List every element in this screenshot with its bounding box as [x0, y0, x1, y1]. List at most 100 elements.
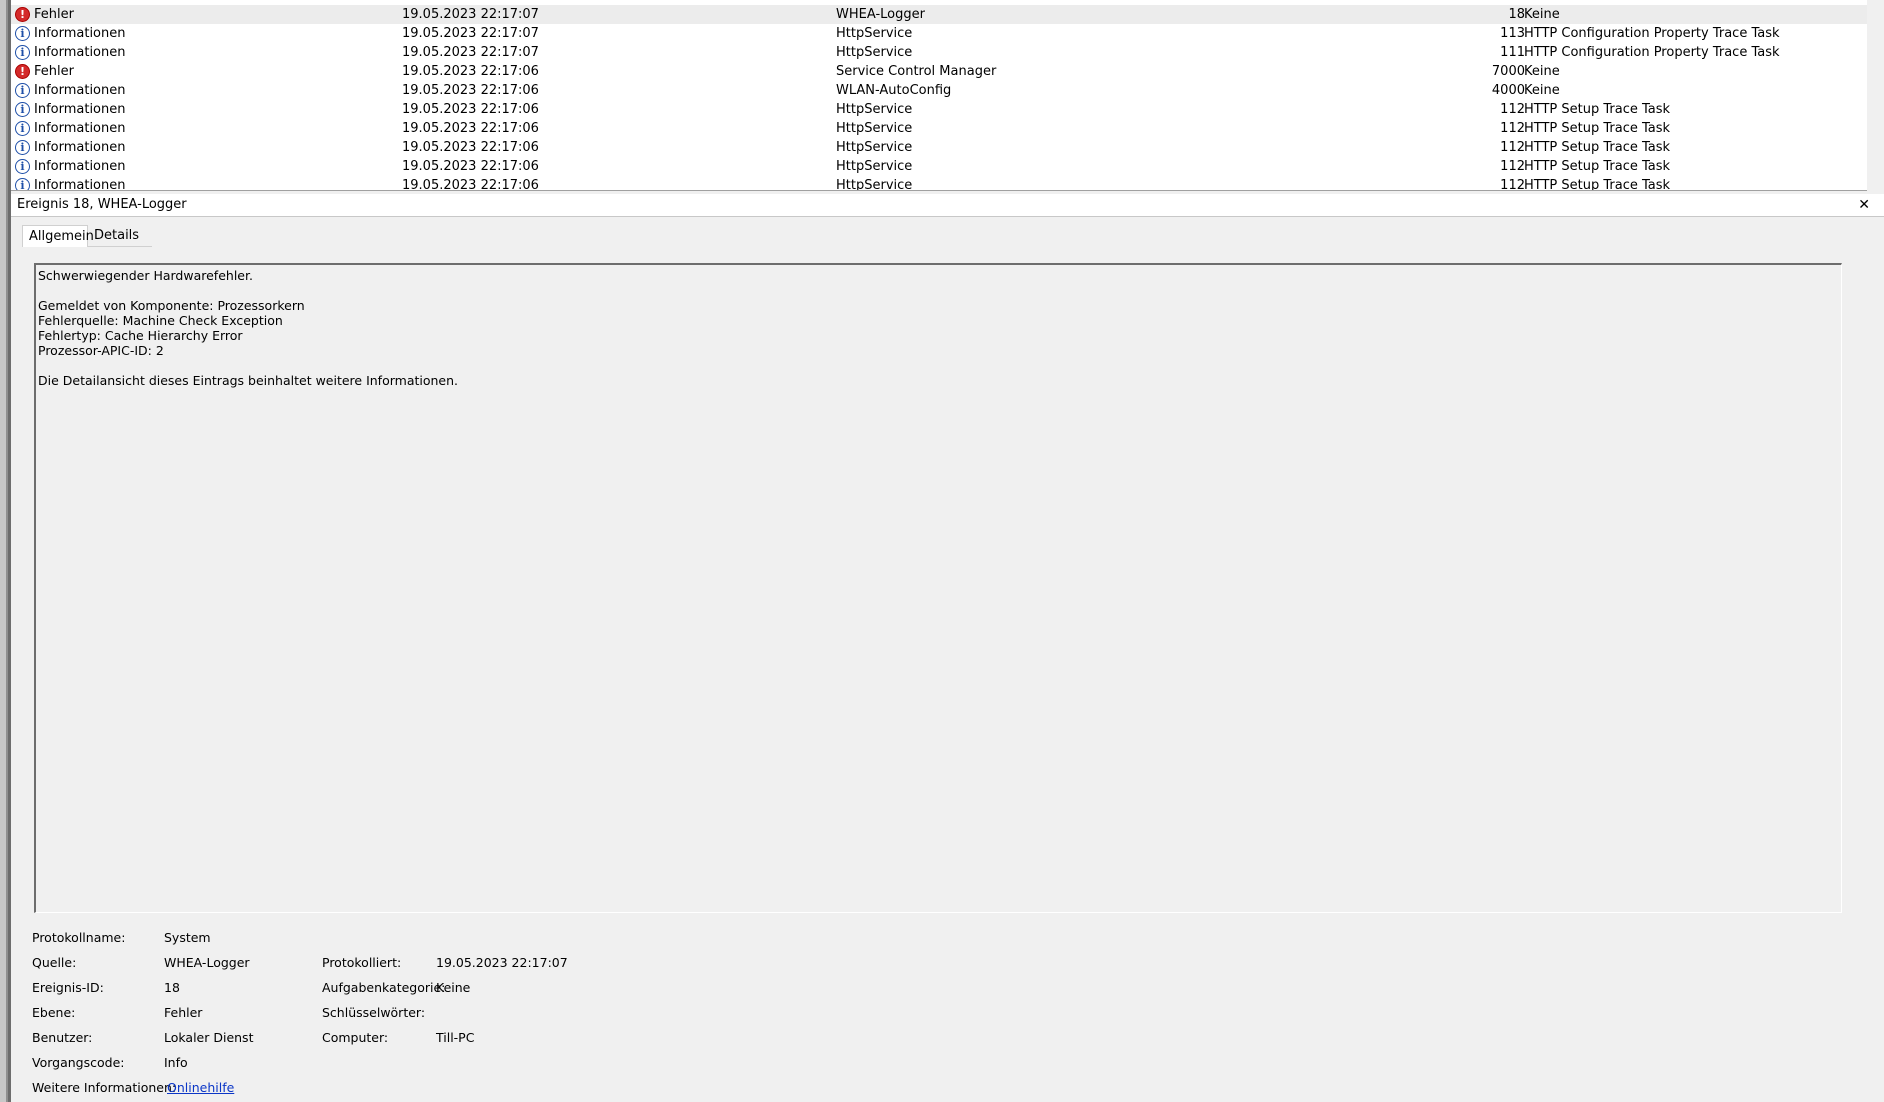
description-line: Fehlerquelle: Machine Check Exception: [38, 313, 283, 328]
cell-level: Fehler: [34, 7, 74, 22]
table-row[interactable]: ! Fehler 19.05.2023 22:17:07 WHEA-Logger 18 K…: [11, 5, 1867, 24]
info-icon: i: [15, 26, 30, 41]
event-list[interactable]: ! Fehler 19.05.2023 22:17:07 WHEA-Logger 18 K…: [11, 0, 1867, 191]
ebene-value[interactable]: Fehler: [164, 1003, 202, 1023]
close-icon[interactable]: ✕: [1858, 194, 1870, 216]
description-line: Schwerwiegender Hardwarefehler.: [38, 268, 253, 283]
protokollname-label: Protokollname:: [32, 930, 126, 945]
cell-level: Informationen: [34, 140, 126, 155]
aufgabenkategorie-value[interactable]: Keine: [436, 978, 470, 998]
cell-source: HttpService: [836, 121, 913, 136]
table-row[interactable]: i Informationen 19.05.2023 22:17:06 WLAN-Au…: [11, 81, 1867, 100]
cell-event-id: 112: [1500, 140, 1525, 155]
info-icon: i: [15, 121, 30, 136]
cell-category: HTTP Setup Trace Task: [1524, 102, 1671, 117]
aufgabenkategorie-label: Aufgabenkategorie:: [322, 980, 446, 995]
ereignis-id-value[interactable]: 18: [164, 978, 180, 998]
cell-category: HTTP Setup Trace Task: [1524, 178, 1671, 191]
cell-event-id: 112: [1500, 178, 1525, 191]
cell-source: HttpService: [836, 140, 913, 155]
tab-allgemein[interactable]: Allgemein: [22, 225, 94, 247]
cell-category: Keine: [1524, 64, 1560, 79]
cell-source: HttpService: [836, 178, 913, 191]
cell-event-id: 112: [1500, 102, 1525, 117]
info-icon: i: [15, 102, 30, 117]
cell-date: 19.05.2023 22:17:07: [402, 45, 539, 60]
tab-details[interactable]: Details: [88, 225, 152, 247]
cell-category: HTTP Configuration Property Trace Task: [1524, 45, 1780, 60]
description-line: Prozessor-APIC-ID: 2: [38, 343, 164, 358]
computer-label: Computer:: [322, 1030, 389, 1045]
cell-source: WLAN-AutoConfig: [836, 83, 952, 98]
info-icon: i: [15, 45, 30, 60]
cell-event-id: 112: [1500, 159, 1525, 174]
cell-date: 19.05.2023 22:17:06: [402, 64, 539, 79]
computer-value[interactable]: Till-PC: [436, 1028, 474, 1048]
cell-date: 19.05.2023 22:17:06: [402, 102, 539, 117]
protokolliert-value[interactable]: 19.05.2023 22:17:07: [436, 953, 568, 973]
cell-source: HttpService: [836, 159, 913, 174]
cell-event-id: 18: [1508, 7, 1525, 22]
cell-date: 19.05.2023 22:17:07: [402, 26, 539, 41]
cell-category: Keine: [1524, 7, 1560, 22]
cell-level: Informationen: [34, 45, 126, 60]
table-row[interactable]: i Informationen 19.05.2023 22:17:06 HttpSer…: [11, 100, 1867, 119]
table-row[interactable]: i Informationen 19.05.2023 22:17:06 HttpSer…: [11, 119, 1867, 138]
window-border: [0, 0, 8, 1102]
info-icon: i: [15, 178, 30, 190]
schluesselwoerter-label: Schlüsselwörter:: [322, 1005, 426, 1020]
table-row[interactable]: i Informationen 19.05.2023 22:17:06 HttpSer…: [11, 176, 1867, 191]
table-row[interactable]: i Informationen 19.05.2023 22:17:07 HttpSer…: [11, 24, 1867, 43]
cell-date: 19.05.2023 22:17:06: [402, 159, 539, 174]
detail-header: Ereignis 18, WHEA-Logger ✕: [11, 194, 1884, 217]
cell-level: Fehler: [34, 64, 74, 79]
protokollname-value[interactable]: System: [164, 928, 211, 948]
cell-level: Informationen: [34, 121, 126, 136]
table-row[interactable]: i Informationen 19.05.2023 22:17:06 HttpSer…: [11, 138, 1867, 157]
detail-title: Ereignis 18, WHEA-Logger: [17, 197, 187, 212]
event-description[interactable]: Schwerwiegender Hardwarefehler. Gemeldet …: [34, 263, 1842, 913]
cell-date: 19.05.2023 22:17:06: [402, 178, 539, 191]
onlinehilfe-link[interactable]: Onlinehilfe: [167, 1078, 234, 1098]
table-row[interactable]: i Informationen 19.05.2023 22:17:07 HttpSer…: [11, 43, 1867, 62]
cell-date: 19.05.2023 22:17:06: [402, 83, 539, 98]
cell-category: HTTP Setup Trace Task: [1524, 121, 1671, 136]
info-icon: i: [15, 83, 30, 98]
description-line: [38, 283, 1839, 298]
cell-level: Informationen: [34, 26, 126, 41]
cell-date: 19.05.2023 22:17:06: [402, 121, 539, 136]
description-line: Die Detailansicht dieses Eintrags beinha…: [38, 373, 459, 388]
cell-event-id: 7000: [1491, 64, 1525, 79]
cell-event-id: 112: [1500, 121, 1525, 136]
description-line: Gemeldet von Komponente: Prozessorkern: [38, 298, 305, 313]
vorgangscode-label: Vorgangscode:: [32, 1055, 125, 1070]
description-line: [38, 358, 1839, 373]
cell-category: HTTP Setup Trace Task: [1524, 140, 1671, 155]
cell-event-id: 111: [1500, 45, 1525, 60]
cell-level: Informationen: [34, 178, 126, 191]
table-row[interactable]: i Informationen 19.05.2023 22:17:06 HttpSer…: [11, 157, 1867, 176]
cell-source: WHEA-Logger: [836, 7, 925, 22]
cell-source: HttpService: [836, 45, 913, 60]
weitere-label: Weitere Informationen:: [32, 1080, 177, 1095]
error-icon: !: [15, 64, 30, 79]
cell-category: HTTP Setup Trace Task: [1524, 159, 1671, 174]
cell-level: Informationen: [34, 102, 126, 117]
vorgangscode-value[interactable]: Info: [164, 1053, 188, 1073]
cell-category: Keine: [1524, 83, 1560, 98]
cell-source: HttpService: [836, 102, 913, 117]
quelle-value[interactable]: WHEA-Logger: [164, 953, 250, 973]
cell-level: Informationen: [34, 159, 126, 174]
protokolliert-label: Protokolliert:: [322, 955, 402, 970]
benutzer-value[interactable]: Lokaler Dienst: [164, 1028, 253, 1048]
benutzer-label: Benutzer:: [32, 1030, 93, 1045]
cell-date: 19.05.2023 22:17:06: [402, 140, 539, 155]
info-icon: i: [15, 159, 30, 174]
error-icon: !: [15, 7, 30, 22]
table-row[interactable]: ! Fehler 19.05.2023 22:17:06 Service Contro…: [11, 62, 1867, 81]
cell-source: Service Control Manager: [836, 64, 997, 79]
cell-date: 19.05.2023 22:17:07: [402, 7, 539, 22]
cell-category: HTTP Configuration Property Trace Task: [1524, 26, 1780, 41]
cell-source: HttpService: [836, 26, 913, 41]
info-icon: i: [15, 140, 30, 155]
